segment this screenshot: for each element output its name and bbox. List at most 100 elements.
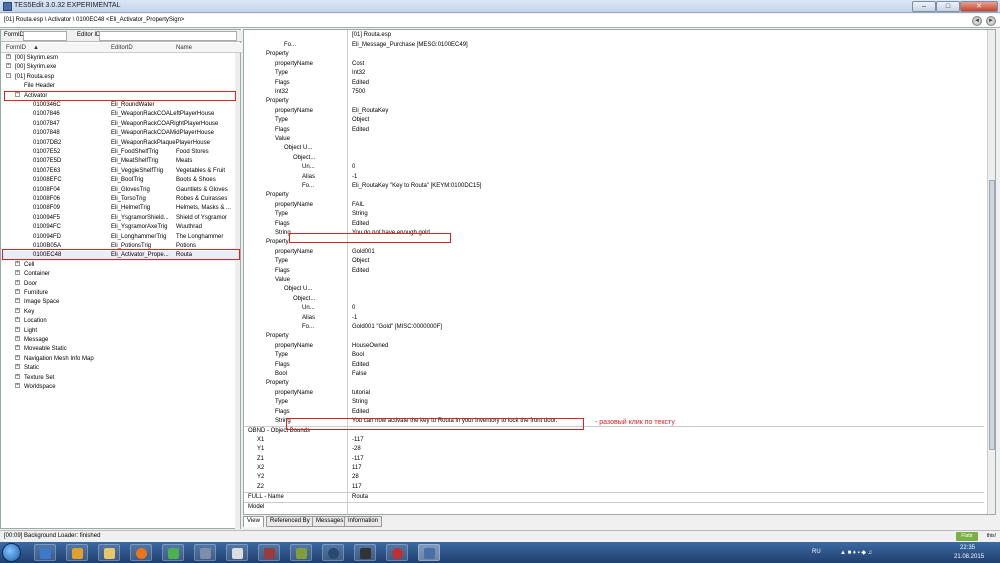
record-value[interactable]: Int32 xyxy=(352,69,365,78)
record-row[interactable]: Object U... xyxy=(244,144,984,153)
expand-icon[interactable]: + xyxy=(15,354,20,360)
collapse-icon[interactable]: - xyxy=(6,72,11,78)
record-value[interactable]: -1 xyxy=(352,173,357,182)
taskbar-app6[interactable] xyxy=(386,544,408,561)
tab-messages[interactable]: Messages xyxy=(312,516,348,527)
tree-row[interactable]: - [01] Routa.esp xyxy=(1,72,237,82)
record-row[interactable]: Int32 7500 xyxy=(244,88,984,97)
expand-icon[interactable]: + xyxy=(15,307,20,313)
column-formid[interactable]: FormID xyxy=(6,45,26,51)
record-row[interactable]: Type String xyxy=(244,398,984,407)
record-row[interactable]: propertyName Gold001 xyxy=(244,248,984,257)
language-indicator[interactable]: RU xyxy=(812,549,821,555)
tree-row[interactable]: + Texture Set xyxy=(1,373,237,383)
record-row[interactable]: Fo... Eli_Message_Purchase [MESG:0100EC49… xyxy=(244,41,984,50)
tree-row[interactable]: 01007E52 Eli_FoodShelfTrig Food Stores xyxy=(1,148,237,157)
clock-date[interactable]: 21.08.2015 xyxy=(954,554,984,560)
taskbar-app3[interactable] xyxy=(258,544,280,561)
flattr-this-label[interactable]: this! xyxy=(987,533,996,539)
record-row[interactable]: Type Object xyxy=(244,116,984,125)
tree-row[interactable]: 01008F06 Eli_TorsoTrig Robes & Cuirasses xyxy=(1,195,237,204)
record-row[interactable]: Type String xyxy=(244,210,984,219)
record-value[interactable]: Bool xyxy=(352,351,364,360)
expand-icon[interactable]: + xyxy=(15,260,20,266)
record-value[interactable]: tutorial xyxy=(352,389,370,398)
record-row[interactable]: X2 117 xyxy=(244,464,984,473)
tree-row[interactable]: 01007847 Eli_WeaponRackCOARightPlayerHous… xyxy=(1,120,237,129)
record-row[interactable]: Alias -1 xyxy=(244,173,984,182)
record-row[interactable]: Z1 -117 xyxy=(244,455,984,464)
tree-row[interactable]: + Message xyxy=(1,336,237,345)
record-value[interactable]: Eli_Message_Purchase [MESG:0100EC49] xyxy=(352,41,468,50)
record-value[interactable]: Edited xyxy=(352,79,369,88)
tray-icons[interactable]: ▲ ■ ♦ ▪ ◆ ♫ xyxy=(840,549,872,556)
tree-row[interactable]: + Cell xyxy=(1,260,237,270)
record-row[interactable]: Flags Edited xyxy=(244,408,984,417)
record-row[interactable]: Flags Edited xyxy=(244,361,984,370)
tree-row[interactable]: + [00] Skyrim.esm xyxy=(1,54,237,63)
tree-row[interactable]: 010094F5 Eli_YsgramorShield... Shield of Y… xyxy=(1,214,237,223)
tab-referenced-by[interactable]: Referenced By xyxy=(266,516,314,527)
record-value[interactable]: Eli_RoutaKey "Key to Routa" [KEYM:0100DC… xyxy=(352,182,481,191)
expand-icon[interactable]: + xyxy=(15,336,20,341)
expand-icon[interactable]: + xyxy=(15,289,20,294)
tree-row[interactable]: + Location xyxy=(1,317,237,326)
record-row[interactable]: Value xyxy=(244,276,984,285)
record-row[interactable]: Flags Edited xyxy=(244,79,984,88)
record-value[interactable]: False xyxy=(352,370,367,379)
record-row[interactable]: Un... 0 xyxy=(244,163,984,172)
record-value[interactable]: Edited xyxy=(352,267,369,276)
record-row[interactable]: Value xyxy=(244,135,984,144)
tree-row[interactable]: + Moveable Static xyxy=(1,345,237,354)
record-row[interactable]: Bool False xyxy=(244,370,984,379)
expand-icon[interactable]: + xyxy=(15,373,20,379)
tree-row[interactable]: + Navigation Mesh Info Map xyxy=(1,354,237,364)
tree-row[interactable]: 01008EFC Eli_BootTrig Boots & Shoes xyxy=(1,176,237,185)
record-row[interactable]: propertyName FAIL xyxy=(244,201,984,210)
expand-icon[interactable]: + xyxy=(15,345,20,351)
maximize-button[interactable]: □ xyxy=(936,1,960,12)
record-value[interactable]: String xyxy=(352,398,368,407)
record-value[interactable]: Gold001 xyxy=(352,248,375,257)
record-row[interactable]: Property xyxy=(244,97,984,106)
record-row[interactable]: Type Bool xyxy=(244,351,984,360)
record-row[interactable]: Object U... xyxy=(244,285,984,294)
scroll-thumb[interactable] xyxy=(989,180,995,450)
taskbar-explorer[interactable] xyxy=(34,544,56,561)
tab-information[interactable]: Information xyxy=(344,516,383,527)
tree-row[interactable]: 01007E63 Eli_VeggieShelfTrig Vegetables & … xyxy=(1,167,237,176)
tree-row[interactable]: + Furniture xyxy=(1,289,237,298)
tree-row[interactable]: 01007846 Eli_WeaponRackCOALeftPlayerHouse xyxy=(1,110,237,119)
record-value[interactable]: -117 xyxy=(352,436,364,445)
taskbar-app1[interactable] xyxy=(162,544,184,561)
record-row[interactable]: Fo... Eli_RoutaKey "Key to Routa" [KEYM:0… xyxy=(244,182,984,191)
editorid-search-input[interactable] xyxy=(99,31,237,41)
record-row[interactable]: Z2 117 xyxy=(244,483,984,492)
flattr-button[interactable]: Flattr xyxy=(956,532,978,541)
record-value[interactable]: Cost xyxy=(352,60,364,69)
taskbar-steam[interactable] xyxy=(322,544,344,561)
taskbar-app5[interactable] xyxy=(354,544,376,561)
record-row[interactable]: Property xyxy=(244,191,984,200)
record-row[interactable]: X1 -117 xyxy=(244,436,984,445)
taskbar-tes5edit[interactable] xyxy=(418,544,440,561)
clock-time[interactable]: 22:35 xyxy=(960,545,975,551)
record-row[interactable]: Type Object xyxy=(244,257,984,266)
record-value[interactable]: -117 xyxy=(352,455,364,464)
record-row[interactable]: Y2 28 xyxy=(244,473,984,482)
expand-icon[interactable]: + xyxy=(15,279,20,285)
expand-icon[interactable]: + xyxy=(6,54,11,59)
tree-row[interactable]: 010094FD Eli_LonghammerTrig The Longhammer xyxy=(1,233,237,242)
tree-row[interactable]: + Static xyxy=(1,364,237,373)
record-value[interactable]: Eli_RoutaKey xyxy=(352,107,388,116)
record-value[interactable]: Object xyxy=(352,257,369,266)
record-row[interactable]: propertyName HouseOwned xyxy=(244,342,984,351)
left-scrollbar[interactable] xyxy=(235,53,240,529)
record-row[interactable]: Y1 -28 xyxy=(244,445,984,454)
tree-row[interactable]: + [00] Skyrim.exe xyxy=(1,63,237,72)
tree-row[interactable]: 01008F04 Eli_GlovesTrig Gauntlets & Gloves xyxy=(1,186,237,195)
record-value[interactable]: 117 xyxy=(352,464,362,473)
expand-icon[interactable]: + xyxy=(15,298,20,304)
tab-view[interactable]: View xyxy=(243,516,264,527)
record-value[interactable]: HouseOwned xyxy=(352,342,388,351)
